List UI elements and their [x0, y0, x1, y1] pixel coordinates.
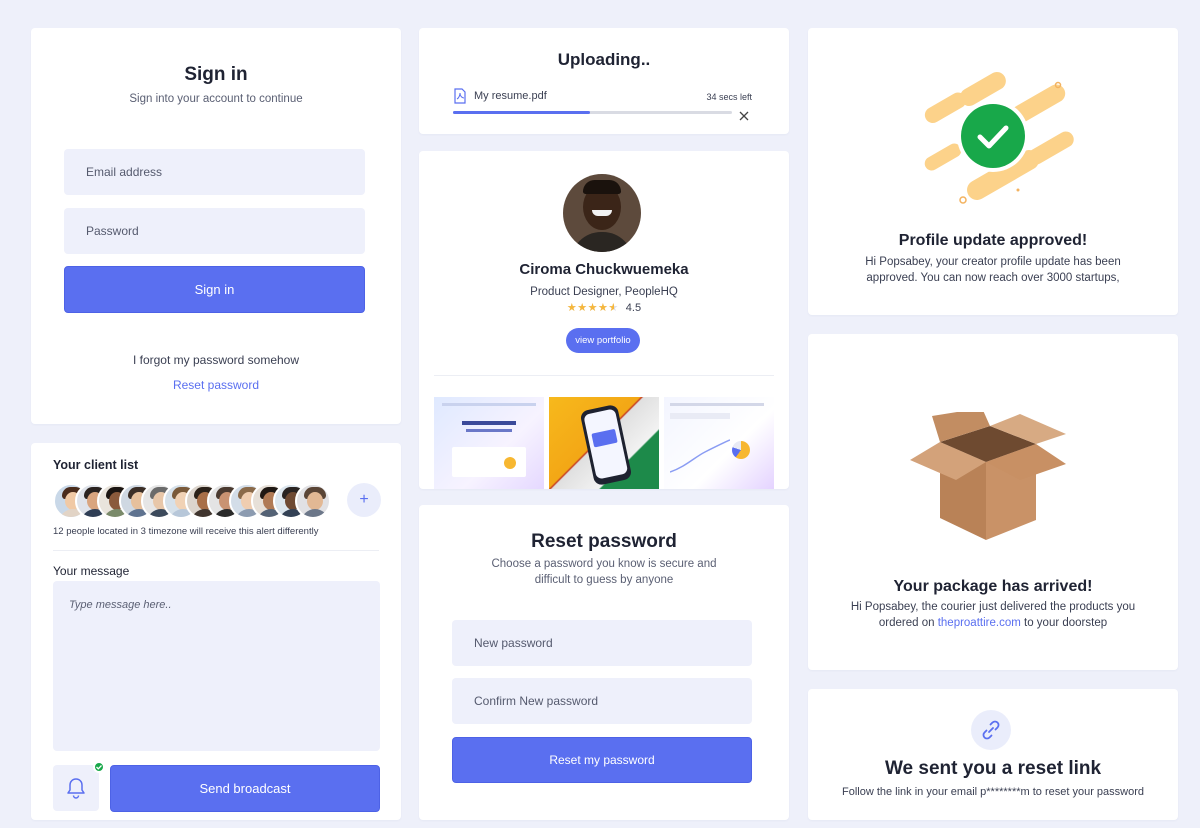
view-portfolio-button[interactable]: view portfolio	[566, 328, 640, 353]
package-line-2-prefix: ordered on	[878, 617, 938, 629]
reset-title: Reset password	[531, 531, 677, 552]
notification-button[interactable]	[53, 761, 105, 811]
package-line-2-suffix: to your doorstep	[1020, 617, 1108, 629]
client-divider	[53, 550, 379, 551]
client-list-title: Your client list	[53, 458, 139, 472]
package-line-2: ordered on theproattire.com to your door…	[808, 617, 1178, 629]
reset-password-link: Reset password	[31, 377, 401, 393]
confirm-password-field[interactable]: Confirm New password	[452, 678, 752, 724]
profile-rating: ★★★★★★★★★★ 4.5	[419, 301, 789, 314]
upload-progress-track	[453, 111, 732, 114]
approved-message: Hi Popsabey, your creator profile update…	[865, 256, 1121, 284]
forgot-text: I forgot my password somehow	[132, 353, 300, 367]
store-link[interactable]: theproattire.com	[938, 617, 1021, 629]
approved-title: Profile update approved!	[898, 232, 1088, 249]
pdf-file-icon	[453, 88, 467, 109]
link-icon	[980, 719, 1002, 746]
password-field[interactable]: Password	[64, 208, 365, 254]
profile-rating-value: 4.5	[625, 302, 642, 314]
approved-illustration	[908, 70, 1078, 215]
profile-role: Product Designer, PeopleHQ	[530, 286, 678, 298]
portfolio-thumb-2[interactable]	[549, 397, 659, 489]
profile-card: Ciroma Chuckwuemeka Product Designer, Pe…	[419, 151, 789, 489]
star-rating-icons: ★★★★★★★★★★	[567, 301, 619, 314]
avatar	[295, 483, 331, 519]
link-icon-badge	[971, 710, 1011, 750]
open-box-icon	[908, 408, 1068, 547]
portfolio-thumb-3[interactable]	[664, 397, 774, 489]
message-textarea[interactable]: Type message here..	[53, 581, 380, 751]
add-client-button[interactable]: +	[347, 483, 381, 517]
message-label: Your message	[53, 564, 130, 578]
signin-button[interactable]: Sign in	[64, 266, 365, 313]
signin-card: Sign in Sign into your account to contin…	[31, 28, 401, 424]
reset-subtitle: Choose a password you know is secure and…	[491, 558, 717, 586]
email-field[interactable]: Email address	[64, 149, 365, 195]
notification-check-badge	[93, 761, 105, 773]
package-title: Your package has arrived!	[893, 578, 1093, 595]
close-icon[interactable]	[739, 108, 749, 126]
new-password-field[interactable]: New password	[452, 620, 752, 666]
upload-time-left: 34 secs left	[706, 92, 752, 102]
client-avatars	[53, 483, 343, 521]
reset-password-link-text[interactable]: Reset password	[173, 378, 259, 392]
package-line-1: Hi Popsabey, the courier just delivered …	[850, 601, 1136, 613]
reset-my-password-button[interactable]: Reset my password	[452, 737, 752, 783]
upload-progress-fill	[453, 111, 590, 114]
reset-password-card: Reset password Choose a password you kno…	[419, 505, 789, 820]
star-rating-fill: ★★★★★	[566, 302, 614, 314]
upload-file-name: My resume.pdf	[474, 90, 547, 102]
signin-title: Sign in	[184, 64, 248, 85]
profile-divider	[434, 375, 774, 376]
profile-name: Ciroma Chuckwuemeka	[519, 261, 689, 278]
profile-avatar	[563, 174, 641, 252]
reset-link-card: We sent you a reset link Follow the link…	[808, 689, 1178, 820]
reset-link-title: We sent you a reset link	[884, 758, 1102, 779]
client-list-card: Your client list + 12 people located in …	[31, 443, 401, 820]
send-broadcast-button[interactable]: Send broadcast	[110, 765, 380, 812]
message-placeholder: Type message here..	[69, 599, 172, 611]
upload-title: Uploading..	[557, 50, 651, 69]
reset-link-message: Follow the link in your email p********m…	[841, 786, 1145, 798]
signin-subtitle: Sign into your account to continue	[129, 93, 303, 105]
approved-card: Profile update approved! Hi Popsabey, yo…	[808, 28, 1178, 315]
portfolio-thumb-1[interactable]	[434, 397, 544, 489]
package-card: Your package has arrived! Hi Popsabey, t…	[808, 334, 1178, 670]
upload-card: Uploading.. My resume.pdf 34 secs left	[419, 28, 789, 134]
bell-icon	[66, 777, 86, 804]
client-note: 12 people located in 3 timezone will rec…	[53, 526, 319, 537]
